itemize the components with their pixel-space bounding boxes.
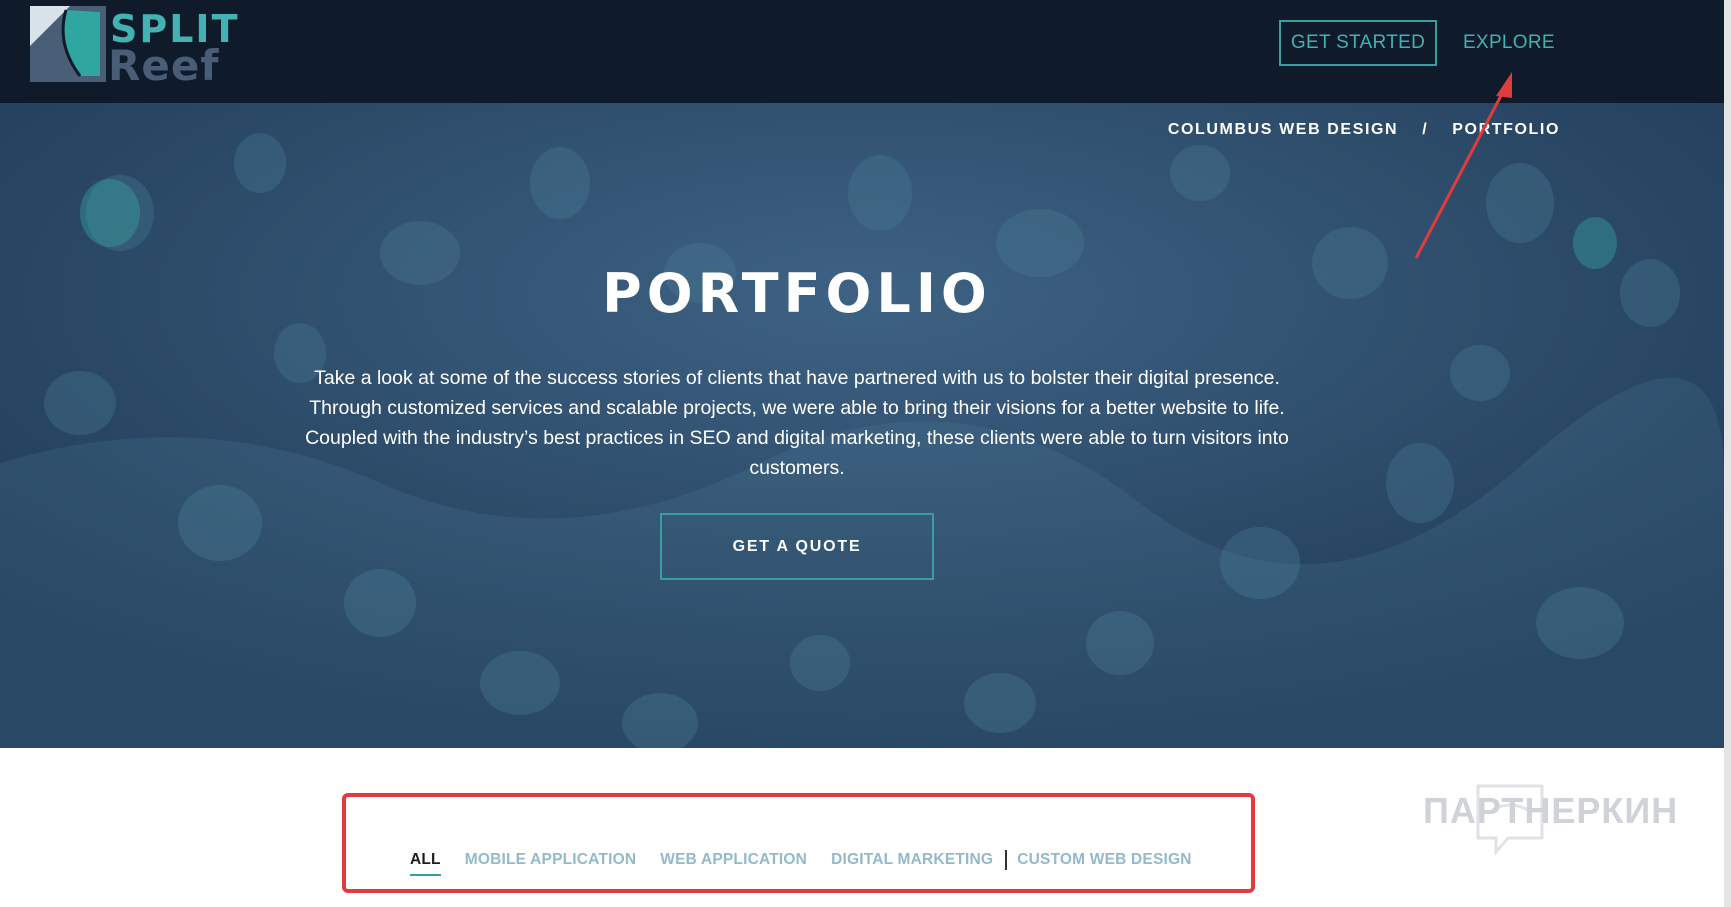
hero-section: COLUMBUS WEB DESIGN / PORTFOLIO PORTFOLI… — [0, 103, 1724, 748]
svg-text:Reef: Reef — [108, 41, 220, 86]
filter-tab-custom-web-design[interactable]: CUSTOM WEB DESIGN — [1017, 851, 1191, 869]
get-a-quote-button[interactable]: GET A QUOTE — [660, 513, 934, 580]
breadcrumb-item-current: PORTFOLIO — [1452, 121, 1560, 138]
explore-link[interactable]: EXPLORE — [1463, 20, 1555, 66]
get-started-button[interactable]: GET STARTED — [1279, 20, 1437, 66]
filter-divider — [1005, 850, 1008, 870]
filter-tab-all[interactable]: ALL — [410, 851, 441, 876]
filter-tab-mobile-application[interactable]: MOBILE APPLICATION — [465, 851, 637, 869]
page-title: PORTFOLIO — [602, 262, 992, 325]
hero-description: Take a look at some of the success stori… — [305, 367, 1289, 479]
filter-tab-web-application[interactable]: WEB APPLICATION — [660, 851, 807, 869]
scrollbar[interactable] — [1724, 0, 1731, 907]
portfolio-filter-tabs: ALL MOBILE APPLICATION WEB APPLICATION D… — [410, 848, 1216, 876]
breadcrumb-separator: / — [1422, 121, 1429, 138]
breadcrumb: COLUMBUS WEB DESIGN / PORTFOLIO — [1168, 120, 1560, 140]
split-reef-logo[interactable]: SPLIT Reef — [30, 6, 310, 86]
filter-tab-digital-marketing[interactable]: DIGITAL MARKETING — [831, 851, 993, 869]
watermark-text: ПАРТНЕРКИН — [1423, 790, 1679, 831]
breadcrumb-item-home[interactable]: COLUMBUS WEB DESIGN — [1168, 121, 1398, 139]
annotation-highlight-box — [342, 793, 1255, 893]
top-nav-bar: SPLIT Reef GET STARTED EXPLORE — [0, 0, 1731, 103]
